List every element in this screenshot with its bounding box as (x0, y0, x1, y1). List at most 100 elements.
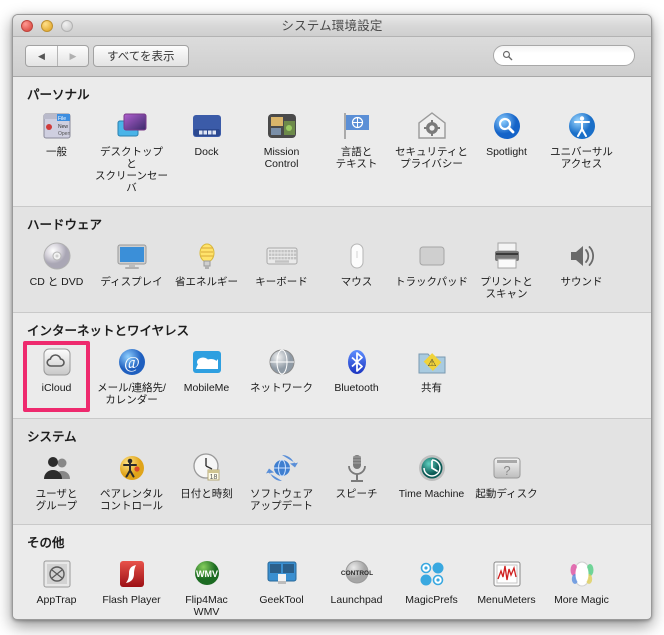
pref-pane-startup-disk[interactable]: ? 起動ディスク (469, 447, 544, 518)
bluetooth-icon (340, 345, 374, 379)
forward-button[interactable]: ▶ (57, 46, 88, 66)
displays-icon (115, 239, 149, 273)
pref-pane-label: MenuMeters (477, 594, 536, 606)
close-button[interactable] (21, 20, 33, 32)
pref-pane-trackpad[interactable]: トラックパッド (394, 235, 469, 306)
pref-pane-dock[interactable]: Dock (169, 105, 244, 200)
spotlight-icon (493, 113, 520, 139)
pref-pane-magicprefs[interactable]: MagicPrefs (394, 553, 469, 618)
universal-access-icon (568, 113, 595, 139)
pref-pane-label: ディスプレイ (100, 276, 163, 288)
general-icon: File NewOpen (43, 113, 70, 139)
icloud-icon (43, 348, 70, 376)
cd-dvd-icon (40, 239, 74, 273)
pref-pane-cd-dvd[interactable]: CD と DVD (19, 235, 94, 306)
pref-pane-parental-controls[interactable]: ペアレンタル コントロール (94, 447, 169, 518)
pref-pane-desktop-screensaver[interactable]: デスクトップと スクリーンセーバ (94, 105, 169, 200)
pref-pane-menumeters[interactable]: MenuMeters (469, 553, 544, 618)
sound-icon (570, 246, 594, 266)
pref-pane-label: ネットワーク (250, 382, 313, 394)
search-field[interactable] (493, 45, 635, 66)
pref-pane-keyboard[interactable]: キーボード (244, 235, 319, 306)
pref-pane-displays[interactable]: ディスプレイ (94, 235, 169, 306)
pref-pane-flash-player[interactable]: Flash Player (94, 553, 169, 618)
pref-pane-flip4mac[interactable]: WMV Flip4Mac WMV (169, 553, 244, 618)
mouse-icon (340, 239, 374, 273)
pref-pane-bluetooth[interactable]: Bluetooth (319, 341, 394, 412)
pref-pane-language-text[interactable]: 言語と テキスト (319, 105, 394, 200)
pref-pane-label: スピーチ (335, 488, 378, 500)
language-text-icon (343, 113, 369, 139)
search-input[interactable] (517, 49, 626, 62)
speech-icon (347, 455, 366, 482)
pref-pane-general[interactable]: File New Open 一般 (19, 105, 94, 200)
pref-pane-label: 省エネルギー (175, 276, 238, 288)
pref-pane-label: CD と DVD (29, 276, 84, 288)
desktop-screensaver-icon (117, 113, 146, 137)
svg-text:@: @ (124, 353, 140, 372)
system-preferences-window: システム環境設定 ◀ ▶ すべてを表示 パーソナル File New Open 一般 デス… (12, 14, 652, 620)
time-machine-icon (415, 451, 449, 485)
desktop-screensaver-icon (115, 109, 149, 143)
pref-pane-label: マウス (340, 276, 373, 288)
svg-text:?: ? (503, 463, 510, 478)
pref-pane-label: Launchpad (330, 594, 383, 606)
pref-pane-network[interactable]: ネットワーク (244, 341, 319, 412)
svg-text:New: New (58, 124, 68, 130)
more-magic-icon (565, 557, 599, 591)
pref-pane-mission-control[interactable]: Mission Control (244, 105, 319, 200)
pref-pane-label: セキュリティと プライバシー (395, 146, 468, 170)
back-button[interactable]: ◀ (26, 46, 57, 66)
pref-pane-universal-access[interactable]: ユニバーサル アクセス (544, 105, 619, 200)
parental-controls-icon (119, 456, 144, 480)
general-icon: File NewOpen (40, 109, 74, 143)
pref-pane-mail-contacts-calendars[interactable]: @ メール/連絡先/ カレンダー (94, 341, 169, 412)
pref-pane-time-machine[interactable]: Time Machine (394, 447, 469, 518)
pref-pane-more-magic[interactable]: More Magic (544, 553, 619, 618)
energy-saver-icon (199, 243, 214, 269)
window-title: システム環境設定 (281, 19, 383, 33)
pref-pane-spotlight[interactable]: Spotlight (469, 105, 544, 200)
mail-contacts-calendars-icon: @ (118, 349, 145, 375)
pref-pane-users-groups[interactable]: ユーザと グループ (19, 447, 94, 518)
displays-icon (117, 244, 146, 269)
pref-pane-date-time[interactable]: 18 日付と時刻 (169, 447, 244, 518)
print-scan-icon (490, 239, 524, 273)
minimize-button[interactable] (41, 20, 53, 32)
preference-grid: ユーザと グループ ペアレンタル コントロール 18 日付と時刻 ソフトウェア アップデ… (13, 447, 651, 524)
cd-dvd-icon (43, 242, 70, 270)
pref-pane-geektool[interactable]: GeekTool (244, 553, 319, 618)
speech-icon (340, 451, 374, 485)
universal-access-icon (565, 109, 599, 143)
window-titlebar: システム環境設定 (13, 15, 651, 37)
section-title: システム (27, 430, 77, 444)
pref-pane-icloud[interactable]: iCloud (19, 341, 94, 412)
pref-pane-label: Bluetooth (334, 382, 379, 394)
zoom-button[interactable] (61, 20, 73, 32)
pref-pane-print-scan[interactable]: プリントと スキャン (469, 235, 544, 306)
pref-pane-apptrap[interactable]: AppTrap (19, 553, 94, 618)
software-update-icon (265, 455, 298, 481)
show-all-button[interactable]: すべてを表示 (93, 45, 189, 67)
pref-pane-security-privacy[interactable]: セキュリティと プライバシー (394, 105, 469, 200)
magicprefs-icon (420, 562, 443, 586)
preferences-section: その他 AppTrap Flash Player WMV Flip4Mac WMV Gee… (13, 525, 651, 618)
pref-pane-mobileme[interactable]: MobileMe (169, 341, 244, 412)
network-icon (269, 349, 294, 375)
pref-pane-energy-saver[interactable]: 省エネルギー (169, 235, 244, 306)
preferences-section: システムユーザと グループ ペアレンタル コントロール 18 日付と時刻 ソフトウェア … (13, 419, 651, 525)
section-title: インターネットとワイヤレス (27, 324, 190, 338)
search-icon (502, 50, 513, 61)
software-update-icon (265, 451, 299, 485)
pref-pane-mouse[interactable]: マウス (319, 235, 394, 306)
pref-pane-launchpad-control[interactable]: CONTROL Launchpad (319, 553, 394, 618)
pref-pane-label: 起動ディスク (475, 488, 538, 500)
pref-pane-label: プリントと スキャン (480, 276, 533, 300)
print-scan-icon (494, 242, 519, 269)
pref-pane-sound[interactable]: サウンド (544, 235, 619, 306)
pref-pane-software-update[interactable]: ソフトウェア アップデート (244, 447, 319, 518)
mobileme-icon (192, 351, 221, 373)
pref-pane-sharing[interactable]: ⚠ 共有 (394, 341, 469, 412)
section-title: ハードウェア (27, 218, 103, 232)
pref-pane-speech[interactable]: スピーチ (319, 447, 394, 518)
